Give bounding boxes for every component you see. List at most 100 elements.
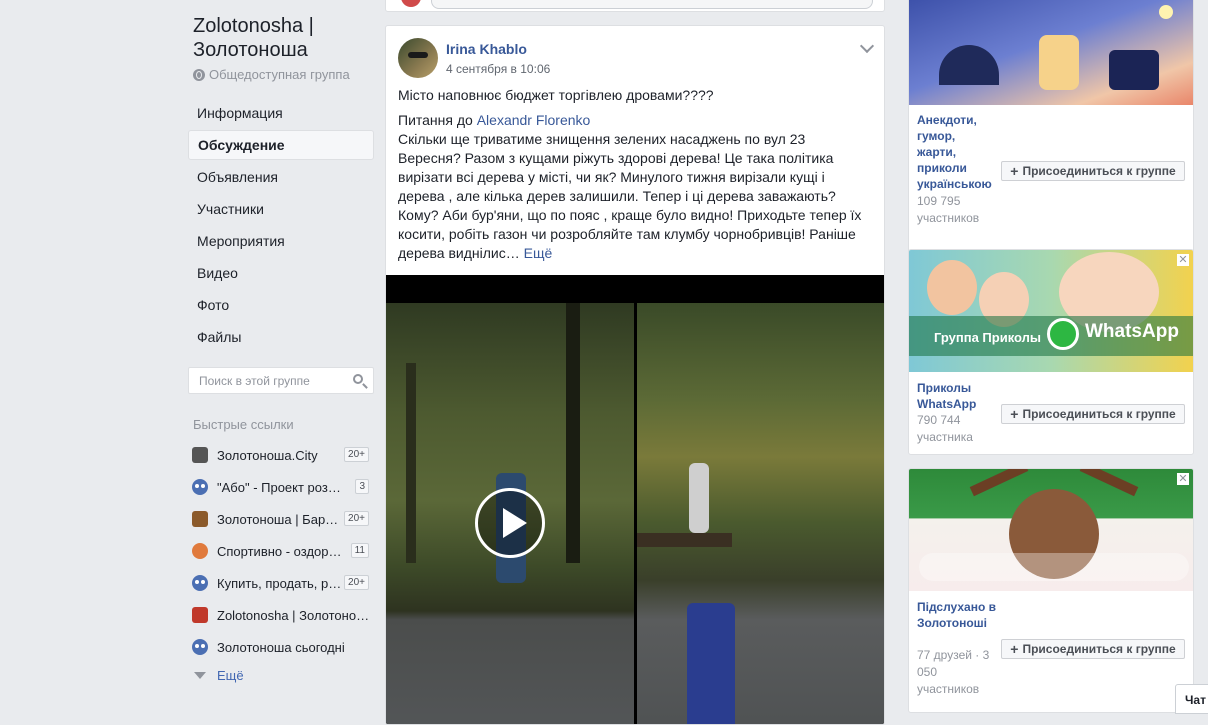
video-media[interactable] [386, 275, 884, 724]
mention-link[interactable]: Alexandr Florenko [477, 112, 591, 128]
quick-links-list: Золотоноша.City 20+ "Або" - Проект розв…… [188, 439, 374, 687]
author-avatar[interactable] [398, 38, 438, 78]
whatsapp-icon [1047, 318, 1079, 350]
quick-link-label: Золотоноша.City [217, 447, 318, 463]
illustration-shape [1109, 50, 1159, 90]
post-timestamp[interactable]: 4 сентября в 10:06 [446, 62, 550, 76]
plus-icon: + [1010, 406, 1019, 422]
quick-link-item[interactable]: Золотоноша сьогодні [188, 631, 374, 663]
join-group-button[interactable]: + Присоединиться к группе [1001, 404, 1185, 424]
group-icon [192, 639, 208, 655]
member-count: 790 744 участника [917, 413, 973, 444]
worker-figure [689, 463, 709, 533]
group-search-input[interactable] [197, 373, 346, 389]
nav-item-discussion[interactable]: Обсуждение [188, 130, 374, 160]
see-more-link[interactable]: Ещё [524, 245, 553, 261]
quick-link-item[interactable]: Спортивно - оздоро… 11 [188, 535, 374, 567]
join-label: Присоединиться к группе [1022, 164, 1176, 178]
illustration-shape [1039, 35, 1079, 90]
city-icon [192, 447, 208, 463]
group-name[interactable]: Приколы WhatsApp [917, 380, 997, 412]
post-body: Скільки ще триватиме знищення зелених на… [398, 130, 868, 263]
illustration-face [927, 260, 977, 315]
moon-icon [1159, 5, 1173, 19]
fallen-log [637, 533, 732, 547]
tree-trunk [406, 363, 416, 563]
illustration-shape [939, 45, 999, 85]
count-badge: 20+ [344, 511, 369, 526]
play-icon[interactable] [475, 488, 545, 558]
group-name[interactable]: Підслухано в Золотоноші [917, 599, 997, 631]
member-count: 77 друзей · 3 050 участников [917, 648, 990, 696]
friend-avatars-row [919, 553, 1189, 581]
chevron-down-icon [194, 671, 206, 679]
member-count: 109 795 участников [917, 194, 980, 225]
group-name[interactable]: Анекдоти, гумор, жарти, приколи українсь… [917, 112, 997, 192]
count-badge: 11 [350, 543, 369, 558]
nav-item-members[interactable]: Участники [188, 194, 374, 224]
quick-link-label: Купить, продать, р… [217, 575, 342, 591]
search-icon[interactable] [353, 374, 363, 384]
nav-item-events[interactable]: Мероприятия [188, 226, 374, 256]
plus-icon: + [1010, 641, 1019, 657]
quick-link-label: Золотоноша | Бар… [217, 511, 339, 527]
join-group-button[interactable]: + Присоединиться к группе [1001, 161, 1185, 181]
chevron-down-icon[interactable] [859, 38, 875, 54]
boy-figure [687, 603, 735, 724]
group-privacy-label: Общедоступная группа [209, 67, 350, 82]
nav-item-photos[interactable]: Фото [188, 290, 374, 320]
house-icon [192, 607, 208, 623]
plus-icon: + [1010, 163, 1019, 179]
nav-item-videos[interactable]: Видео [188, 258, 374, 288]
quick-link-label: Спортивно - оздоро… [217, 543, 345, 559]
post-text: Місто наповнює бюджет торгівлею дровами?… [398, 86, 868, 263]
join-group-button[interactable]: + Присоединиться к группе [1001, 639, 1185, 659]
quick-link-label: Золотоноша сьогодні [217, 639, 345, 655]
video-frame-right [637, 303, 884, 724]
join-label: Присоединиться к группе [1022, 642, 1176, 656]
globe-icon [193, 68, 205, 81]
ball-icon [192, 543, 208, 559]
chat-tab[interactable]: Чат [1175, 684, 1208, 714]
group-cover-image[interactable] [909, 469, 1193, 591]
composer [385, 0, 885, 12]
banner-left-text: Группа Приколы [934, 330, 1042, 345]
nav-item-info[interactable]: Информация [188, 98, 374, 128]
suggested-group-card: ✕ Підслухано в Золотоноші 77 друзей · 3 … [908, 468, 1194, 713]
post-line: Питання до Alexandr Florenko [398, 111, 868, 130]
post-line-prefix: Питання до [398, 112, 477, 128]
nav-item-announcements[interactable]: Объявления [188, 162, 374, 192]
nav-item-files[interactable]: Файлы [188, 322, 374, 352]
group-cover-image[interactable]: Группа Приколы WhatsApp [909, 250, 1193, 372]
composer-input[interactable] [431, 0, 873, 9]
quick-link-item[interactable]: Золотоноша.City 20+ [188, 439, 374, 471]
suggested-group-card: Группа Приколы WhatsApp ✕ Приколы WhatsA… [908, 249, 1194, 455]
quick-link-item[interactable]: Золотоноша | Бар… 20+ [188, 503, 374, 535]
group-search [188, 367, 374, 394]
close-icon[interactable]: ✕ [1177, 254, 1189, 266]
post: Irina Khablo 4 сентября в 10:06 Місто на… [385, 25, 885, 725]
tree-trunk [566, 303, 580, 563]
group-privacy: Общедоступная группа [193, 67, 350, 82]
illustration-antler [969, 469, 1029, 497]
join-label: Присоединиться к группе [1022, 407, 1176, 421]
group-nav: Информация Обсуждение Объявления Участни… [188, 98, 374, 354]
suggested-group-card: Анекдоти, гумор, жарти, приколи українсь… [908, 0, 1194, 256]
post-author[interactable]: Irina Khablo [446, 41, 527, 57]
group-title[interactable]: Zolotonosha | Золотоноша [193, 14, 373, 62]
post-body-text: Скільки ще триватиме знищення зелених на… [398, 131, 862, 261]
quick-link-label: "Або" - Проект розв… [217, 479, 345, 495]
close-icon[interactable]: ✕ [1177, 473, 1189, 485]
quick-link-item[interactable]: Zolotonosha | Золотоно… [188, 599, 374, 631]
quick-links-more[interactable]: Ещё [188, 663, 374, 687]
count-badge: 3 [355, 479, 369, 494]
count-badge: 20+ [344, 575, 369, 590]
banner-right-text: WhatsApp [1085, 321, 1179, 342]
group-cover-image[interactable] [909, 0, 1193, 105]
quick-link-item[interactable]: Купить, продать, р… 20+ [188, 567, 374, 599]
quick-link-label: Zolotonosha | Золотоно… [217, 607, 370, 623]
count-badge: 20+ [344, 447, 369, 462]
illustration-antler [1079, 469, 1139, 497]
group-icon [192, 575, 208, 591]
quick-link-item[interactable]: "Або" - Проект розв… 3 [188, 471, 374, 503]
